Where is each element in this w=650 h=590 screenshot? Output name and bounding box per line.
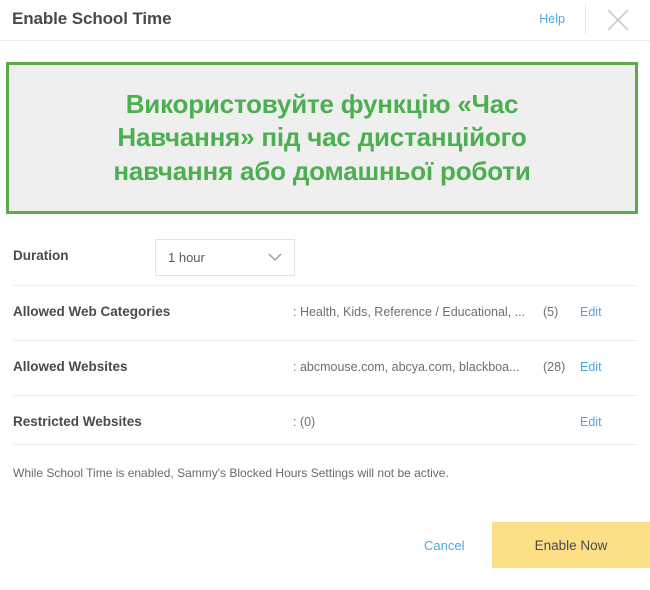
duration-label: Duration <box>13 248 69 263</box>
promo-banner: Використовуйте функцію «Час Навчання» пі… <box>6 62 638 214</box>
header-rule <box>0 40 650 41</box>
row-divider <box>13 444 637 445</box>
setting-label: Restricted Websites <box>13 414 142 429</box>
setting-row-allowed-websites: Allowed Websites : abcmouse.com, abcya.c… <box>0 341 650 395</box>
setting-value: : Health, Kids, Reference / Educational,… <box>293 305 526 319</box>
edit-link[interactable]: Edit <box>580 360 602 374</box>
cancel-button[interactable]: Cancel <box>424 538 464 553</box>
footnote-text: While School Time is enabled, Sammy's Bl… <box>13 466 449 480</box>
setting-label: Allowed Web Categories <box>13 304 171 319</box>
edit-link[interactable]: Edit <box>580 305 602 319</box>
page-title: Enable School Time <box>12 9 172 28</box>
setting-label: Allowed Websites <box>13 359 128 374</box>
promo-line-3: навчання або домашньої роботи <box>113 155 531 186</box>
setting-value: : abcmouse.com, abcya.com, blackboa... <box>293 360 520 374</box>
setting-row-restricted-websites: Restricted Websites : (0) Edit <box>0 396 650 450</box>
setting-row-allowed-web-categories: Allowed Web Categories : Health, Kids, R… <box>0 286 650 340</box>
close-icon <box>598 2 638 38</box>
setting-count: (5) <box>543 305 559 319</box>
duration-select[interactable]: 1 hour <box>155 239 295 276</box>
help-link[interactable]: Help <box>539 12 565 26</box>
promo-line-2: Навчання» під час дистанційого <box>117 122 527 153</box>
duration-row: Duration 1 hour <box>0 232 650 284</box>
dialog-header: Enable School Time Help <box>0 0 650 40</box>
chevron-down-icon <box>268 253 282 262</box>
header-divider <box>585 4 586 34</box>
setting-value: : (0) <box>293 415 316 429</box>
edit-link[interactable]: Edit <box>580 415 602 429</box>
enable-now-button[interactable]: Enable Now <box>492 522 650 568</box>
promo-banner-text: Використовуйте функцію «Час Навчання» пі… <box>113 88 530 188</box>
duration-selected-value: 1 hour <box>168 250 205 265</box>
setting-count: (28) <box>543 360 566 374</box>
close-button[interactable] <box>598 2 638 38</box>
promo-line-1: Використовуйте функцію «Час <box>125 89 519 120</box>
